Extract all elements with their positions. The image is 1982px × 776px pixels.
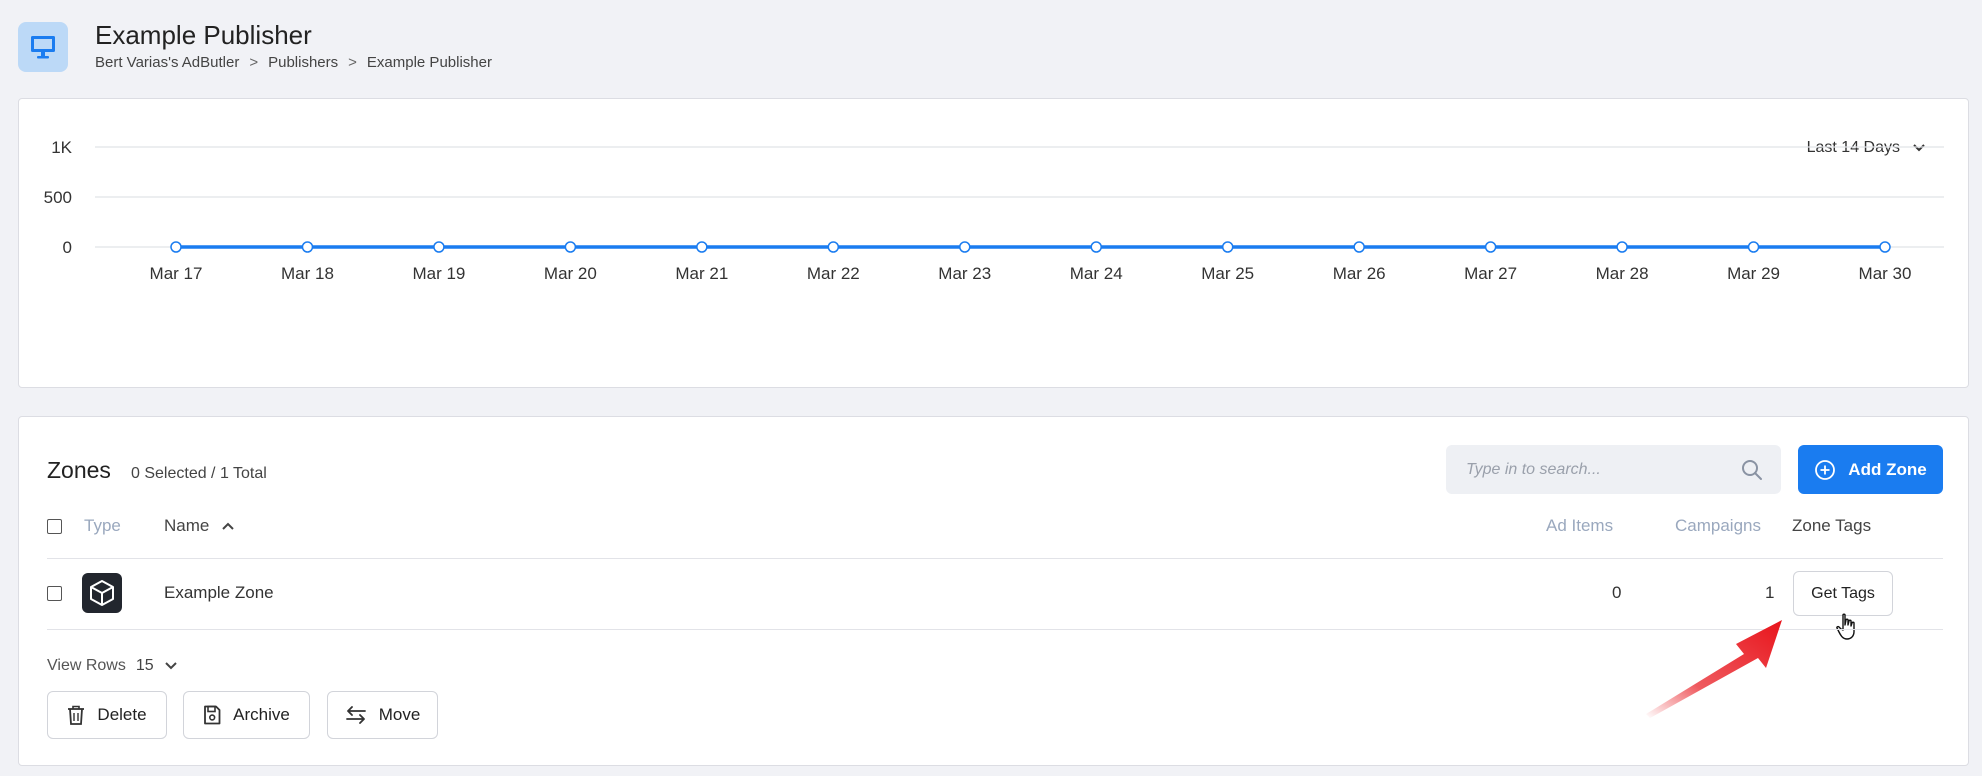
- archive-icon: [204, 705, 221, 725]
- get-tags-button[interactable]: Get Tags: [1793, 571, 1893, 616]
- plus-circle-icon: [1815, 459, 1836, 480]
- breadcrumb-separator: >: [249, 54, 259, 71]
- archive-button[interactable]: Archive: [183, 691, 310, 739]
- x-tick-label: Mar 17: [150, 264, 203, 283]
- view-rows-select[interactable]: View Rows 15: [47, 657, 178, 675]
- x-tick-label: Mar 19: [412, 264, 465, 283]
- campaigns-count: 1: [1765, 583, 1775, 602]
- search-box[interactable]: [1446, 445, 1781, 494]
- sort-ascending-icon: [222, 522, 235, 530]
- column-header-zone-tags: Zone Tags: [1792, 516, 1872, 535]
- breadcrumb-separator: >: [348, 54, 357, 71]
- zone-name-link[interactable]: Example Zone: [164, 583, 274, 603]
- archive-label: Archive: [233, 705, 290, 724]
- page-header: Example Publisher Bert Varias's AdButler…: [18, 20, 718, 76]
- move-arrows-icon: [345, 706, 366, 724]
- column-header-name-label: Name: [164, 516, 210, 535]
- hand-cursor-icon: [1836, 613, 1855, 640]
- move-label: Move: [378, 705, 421, 724]
- column-header-name[interactable]: Name: [164, 516, 235, 536]
- data-point[interactable]: [564, 241, 577, 253]
- view-rows-label: View Rows: [47, 657, 126, 674]
- x-tick-label: Mar 22: [807, 264, 860, 283]
- data-point[interactable]: [433, 241, 445, 253]
- breadcrumb: Bert Varias's AdButler > Publishers > Ex…: [95, 54, 492, 71]
- x-tick-label: Mar 20: [544, 264, 597, 283]
- add-zone-button[interactable]: Add Zone: [1798, 445, 1943, 494]
- search-icon[interactable]: [1741, 459, 1763, 481]
- data-point[interactable]: [1747, 241, 1760, 253]
- breadcrumb-account[interactable]: Bert Varias's AdButler: [95, 54, 239, 71]
- y-tick-label: 1K: [51, 138, 72, 157]
- divider: [47, 558, 1943, 559]
- x-tick-label: Mar 24: [1070, 264, 1123, 283]
- x-tick-label: Mar 25: [1201, 264, 1254, 283]
- delete-button[interactable]: Delete: [47, 691, 167, 739]
- breadcrumb-current: Example Publisher: [366, 54, 492, 71]
- trash-icon: [68, 705, 85, 725]
- annotation-arrow-icon: [1646, 620, 1782, 718]
- x-tick-label: Mar 26: [1333, 264, 1386, 283]
- x-tick-label: Mar 30: [1859, 264, 1912, 283]
- data-point[interactable]: [1353, 241, 1365, 253]
- column-header-campaigns[interactable]: Campaigns: [1675, 516, 1761, 536]
- y-tick-label: 0: [63, 238, 72, 257]
- row-checkbox[interactable]: [47, 586, 62, 601]
- cube-icon: [82, 573, 122, 613]
- view-rows-value: 15: [135, 657, 154, 674]
- breadcrumb-publishers[interactable]: Publishers: [268, 54, 338, 71]
- x-tick-label: Mar 18: [281, 264, 334, 283]
- data-point[interactable]: [170, 241, 182, 253]
- monitor-icon: [18, 22, 68, 72]
- x-tick-label: Mar 21: [675, 264, 728, 283]
- x-tick-label: Mar 23: [938, 264, 991, 283]
- x-tick-label: Mar 29: [1727, 264, 1780, 283]
- data-point[interactable]: [1879, 241, 1891, 253]
- data-point[interactable]: [301, 241, 314, 253]
- data-point[interactable]: [696, 241, 708, 253]
- x-tick-label: Mar 27: [1464, 264, 1517, 283]
- y-tick-label: 500: [44, 188, 72, 207]
- selection-count: 0 Selected / 1 Total: [131, 465, 267, 482]
- data-point[interactable]: [1616, 241, 1628, 253]
- column-header-type[interactable]: Type: [84, 516, 121, 536]
- line-chart: 0 500 1K Mar 17 Mar 18 Mar 19 Mar 20 Mar 21 Mar …: [44, 138, 1944, 283]
- column-header-ad-items[interactable]: Ad Items: [1546, 516, 1613, 536]
- search-input[interactable]: [1464, 459, 1741, 480]
- add-zone-label: Add Zone: [1848, 459, 1927, 479]
- delete-label: Delete: [97, 705, 147, 724]
- data-point[interactable]: [827, 241, 840, 253]
- data-point[interactable]: [959, 241, 971, 253]
- x-tick-label: Mar 28: [1596, 264, 1649, 283]
- data-point[interactable]: [1484, 241, 1497, 253]
- data-point[interactable]: [1221, 241, 1234, 253]
- ad-items-count: 0: [1612, 583, 1622, 602]
- data-point[interactable]: [1090, 241, 1102, 253]
- zones-title: Zones: [47, 457, 111, 483]
- page-title: Example Publisher: [95, 20, 312, 50]
- move-button[interactable]: Move: [327, 691, 438, 739]
- chevron-down-icon: [164, 662, 177, 670]
- select-all-checkbox[interactable]: [47, 519, 62, 534]
- stats-chart-card: Last 14 Days 0 500 1K Mar 17 Mar 18 Mar 19 Mar…: [18, 98, 1969, 388]
